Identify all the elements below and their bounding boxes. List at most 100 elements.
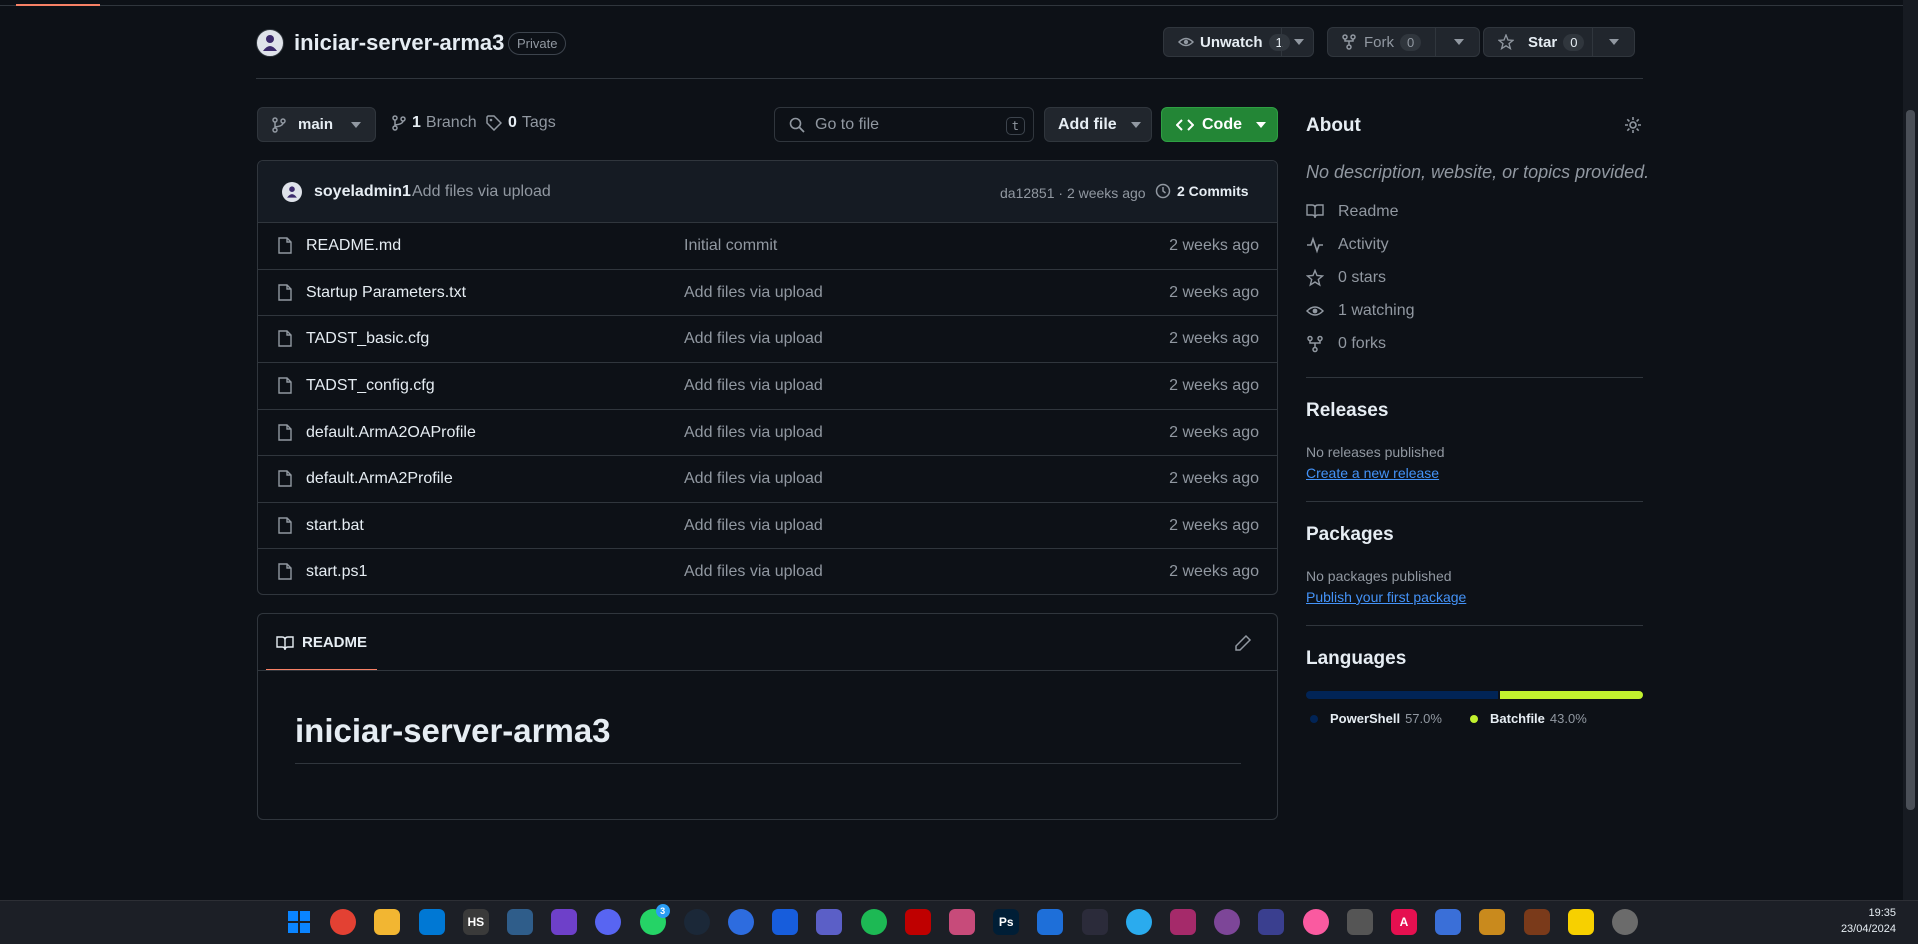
autocad-icon[interactable]: A	[1391, 909, 1417, 935]
branches-link[interactable]: 1 Branch	[392, 114, 477, 132]
file-row[interactable]: start.bat Add files via upload 2 weeks ago	[258, 502, 1277, 549]
star-label: Star	[1528, 33, 1558, 51]
whatsapp-icon[interactable]: 3	[639, 904, 670, 935]
tags-link[interactable]: 0 Tags	[486, 114, 556, 132]
app-icon-chart[interactable]	[1479, 909, 1506, 935]
file-name[interactable]: README.md	[306, 237, 401, 255]
telegram-icon[interactable]	[1125, 909, 1152, 935]
create-release-link[interactable]: Create a new release	[1306, 465, 1439, 481]
chrome-icon[interactable]	[330, 909, 357, 935]
code-button[interactable]: Code	[1161, 107, 1278, 142]
gear-icon[interactable]	[1624, 116, 1642, 134]
about-item-fork[interactable]: 0 forks	[1306, 335, 1386, 353]
file-row[interactable]: start.ps1 Add files via upload 2 weeks ago	[258, 548, 1277, 594]
go-to-file-search[interactable]: Go to file t	[774, 107, 1034, 142]
search-icon	[789, 117, 805, 133]
star-button[interactable]: Star 0	[1483, 27, 1635, 57]
unwatch-button[interactable]: Unwatch 1	[1163, 27, 1314, 57]
app-icon-blue[interactable]	[507, 909, 533, 935]
filezilla-icon[interactable]	[904, 909, 931, 935]
photoshop-icon[interactable]: Ps	[993, 909, 1020, 935]
app-icon-swirl[interactable]	[1037, 909, 1064, 935]
scrollbar-track[interactable]	[1903, 0, 1918, 900]
readme-tab[interactable]: README	[276, 634, 367, 651]
file-commit-message[interactable]: Add files via upload	[684, 563, 823, 581]
file-commit-message[interactable]: Add files via upload	[684, 470, 823, 488]
about-item-star[interactable]: 0 stars	[1306, 269, 1386, 287]
teams-icon[interactable]	[816, 909, 843, 935]
language-item-batchfile[interactable]: Batchfile 43.0%	[1470, 711, 1587, 726]
fork-button[interactable]: Fork 0	[1327, 27, 1480, 57]
hs-icon[interactable]: HS	[462, 909, 489, 935]
about-item-pulse[interactable]: Activity	[1306, 236, 1389, 254]
file-name[interactable]: default.ArmA2OAProfile	[306, 424, 476, 442]
file-commit-message[interactable]: Add files via upload	[684, 517, 823, 535]
commit-author[interactable]: soyeladmin1	[314, 183, 411, 201]
commit-message[interactable]: Add files via upload	[412, 183, 551, 201]
about-item-book[interactable]: Readme	[1306, 203, 1398, 221]
edit-pencil-icon[interactable]	[1234, 634, 1252, 652]
scrollbar-thumb[interactable]	[1906, 110, 1915, 810]
branch-selector[interactable]: main	[257, 107, 376, 142]
file-name[interactable]: Startup Parameters.txt	[306, 284, 466, 302]
steam-icon[interactable]	[683, 909, 710, 935]
file-row[interactable]: TADST_basic.cfg Add files via upload 2 wee…	[258, 315, 1277, 362]
releases-title[interactable]: Releases	[1306, 400, 1388, 422]
file-commit-date: 2 weeks ago	[1169, 330, 1259, 347]
app-icon-mac[interactable]	[1346, 909, 1373, 935]
file-name[interactable]: start.ps1	[306, 563, 367, 581]
file-explorer-icon[interactable]	[374, 909, 401, 935]
sticky-notes-icon[interactable]	[1567, 909, 1594, 935]
publish-package-link[interactable]: Publish your first package	[1306, 589, 1466, 605]
vpn-icon[interactable]	[1081, 909, 1108, 935]
packages-title[interactable]: Packages	[1306, 524, 1394, 546]
language-item-powershell[interactable]: PowerShell 57.0%	[1310, 711, 1442, 726]
tor-icon[interactable]	[1214, 909, 1241, 935]
app-icon-circle[interactable]	[728, 909, 754, 935]
repo-owner-avatar[interactable]	[256, 29, 284, 57]
commit-author-avatar[interactable]	[282, 182, 302, 202]
file-icon	[278, 470, 292, 487]
vscode-icon[interactable]	[418, 909, 445, 935]
branch-count: 1	[412, 114, 421, 131]
repo-name[interactable]: iniciar-server-arma3	[294, 30, 504, 56]
file-row[interactable]: TADST_config.cfg Add files via upload 2 we…	[258, 362, 1277, 409]
spotify-icon[interactable]	[860, 909, 887, 935]
commit-hash-time[interactable]: da12851 · 2 weeks ago	[1000, 185, 1146, 201]
file-name[interactable]: default.ArmA2Profile	[306, 470, 453, 488]
app-icon-pc[interactable]	[1435, 909, 1462, 935]
windows-start-icon[interactable]	[286, 909, 312, 935]
file-commit-message[interactable]: Add files via upload	[684, 284, 823, 302]
about-item-eye[interactable]: 1 watching	[1306, 302, 1415, 320]
chevron-down-icon[interactable]	[1609, 39, 1619, 45]
chevron-down-icon[interactable]	[1294, 39, 1304, 45]
settings-icon[interactable]	[1612, 909, 1638, 935]
file-row[interactable]: default.ArmA2OAProfile Add files via uplo…	[258, 409, 1277, 456]
file-commit-date: 2 weeks ago	[1169, 563, 1259, 580]
file-commit-message[interactable]: Add files via upload	[684, 424, 823, 442]
file-commit-message[interactable]: Add files via upload	[684, 377, 823, 395]
commits-link[interactable]: 2 Commits	[1155, 183, 1249, 199]
file-name[interactable]: start.bat	[306, 517, 364, 535]
file-name[interactable]: TADST_config.cfg	[306, 377, 435, 395]
file-row[interactable]: Startup Parameters.txt Add files via uplo…	[258, 269, 1277, 316]
file-row[interactable]: default.ArmA2Profile Add files via upload…	[258, 455, 1277, 502]
file-commit-message[interactable]: Initial commit	[684, 237, 777, 255]
about-title: About	[1306, 115, 1361, 136]
app-icon-bar[interactable]	[1258, 909, 1285, 935]
file-row[interactable]: README.md Initial commit 2 weeks ago	[258, 222, 1277, 269]
game-icon[interactable]	[1523, 909, 1550, 935]
itunes-icon[interactable]	[1302, 909, 1329, 935]
bitwarden-icon[interactable]	[772, 909, 799, 935]
file-commit-date: 2 weeks ago	[1169, 424, 1259, 441]
chevron-down-icon[interactable]	[1454, 39, 1464, 45]
file-commit-message[interactable]: Add files via upload	[684, 330, 823, 348]
winrar-icon[interactable]	[1170, 909, 1196, 935]
add-file-button[interactable]: Add file	[1044, 107, 1152, 142]
tag-icon	[486, 115, 502, 131]
file-commit-date: 2 weeks ago	[1169, 377, 1259, 394]
github-desktop-icon[interactable]	[551, 909, 578, 935]
taskbar-clock[interactable]: 19:35 23/04/2024	[1826, 905, 1896, 937]
file-name[interactable]: TADST_basic.cfg	[306, 330, 429, 348]
snipping-tool-icon[interactable]	[949, 909, 975, 935]
